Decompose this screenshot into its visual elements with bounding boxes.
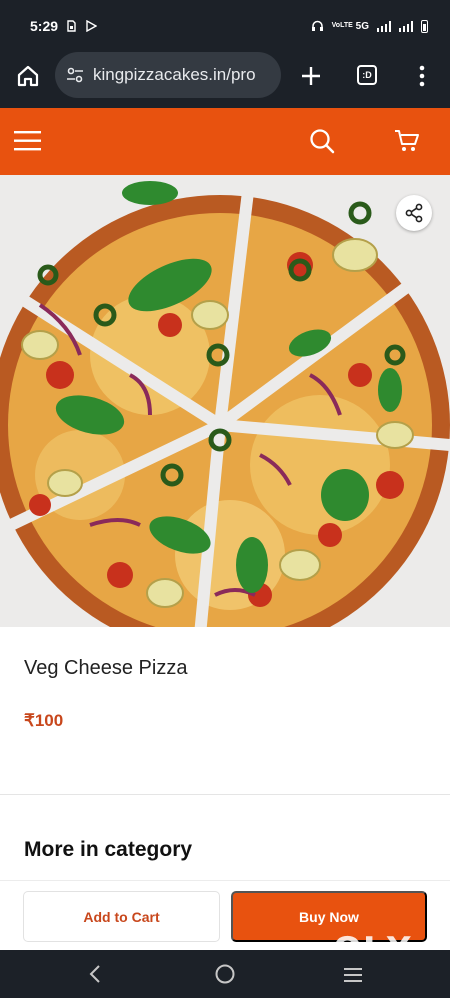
divider bbox=[0, 794, 450, 795]
menu-icon[interactable] bbox=[14, 130, 42, 152]
product-image[interactable] bbox=[0, 175, 450, 627]
tab-count[interactable]: :D bbox=[357, 65, 377, 85]
volte-indicator: VoLTE bbox=[331, 22, 353, 29]
home-icon[interactable] bbox=[14, 62, 42, 90]
pizza-illustration bbox=[0, 175, 450, 627]
signal-icon bbox=[377, 20, 391, 32]
browser-toolbar: kingpizzacakes.in/pro :D bbox=[0, 52, 450, 108]
site-settings-icon[interactable] bbox=[65, 65, 85, 85]
headphones-icon bbox=[311, 20, 323, 31]
share-icon[interactable] bbox=[404, 203, 424, 223]
add-to-cart-button[interactable]: Add to Cart bbox=[23, 891, 220, 942]
status-bar: 5:29 VoLTE 5G bbox=[0, 0, 450, 52]
recents-nav-icon[interactable] bbox=[343, 965, 363, 985]
more-in-category-heading: More in category bbox=[24, 838, 193, 861]
url-bar[interactable]: kingpizzacakes.in/pro bbox=[55, 52, 281, 98]
status-time: 5:29 bbox=[30, 18, 59, 34]
product-price: ₹100 bbox=[24, 711, 64, 730]
system-nav-bar bbox=[0, 950, 450, 998]
share-button[interactable] bbox=[396, 195, 432, 231]
home-nav-icon[interactable] bbox=[214, 963, 236, 985]
more-options-icon[interactable] bbox=[412, 64, 432, 88]
sim-icon bbox=[67, 20, 76, 32]
back-nav-icon[interactable] bbox=[86, 964, 106, 984]
url-text[interactable]: kingpizzacakes.in/pro bbox=[93, 65, 256, 85]
search-icon[interactable] bbox=[308, 127, 336, 155]
product-name: Veg Cheese Pizza bbox=[24, 657, 188, 679]
add-tab-icon[interactable] bbox=[298, 63, 324, 89]
network-type: 5G bbox=[355, 20, 369, 32]
site-header bbox=[0, 108, 450, 175]
battery-icon bbox=[421, 19, 428, 33]
status-left: 5:29 bbox=[30, 18, 98, 34]
tab-switcher-button[interactable]: :D bbox=[357, 65, 377, 85]
signal-icon-2 bbox=[399, 20, 413, 32]
play-store-icon bbox=[86, 20, 98, 32]
status-right: VoLTE 5G bbox=[311, 19, 428, 33]
cart-icon[interactable] bbox=[393, 127, 421, 155]
